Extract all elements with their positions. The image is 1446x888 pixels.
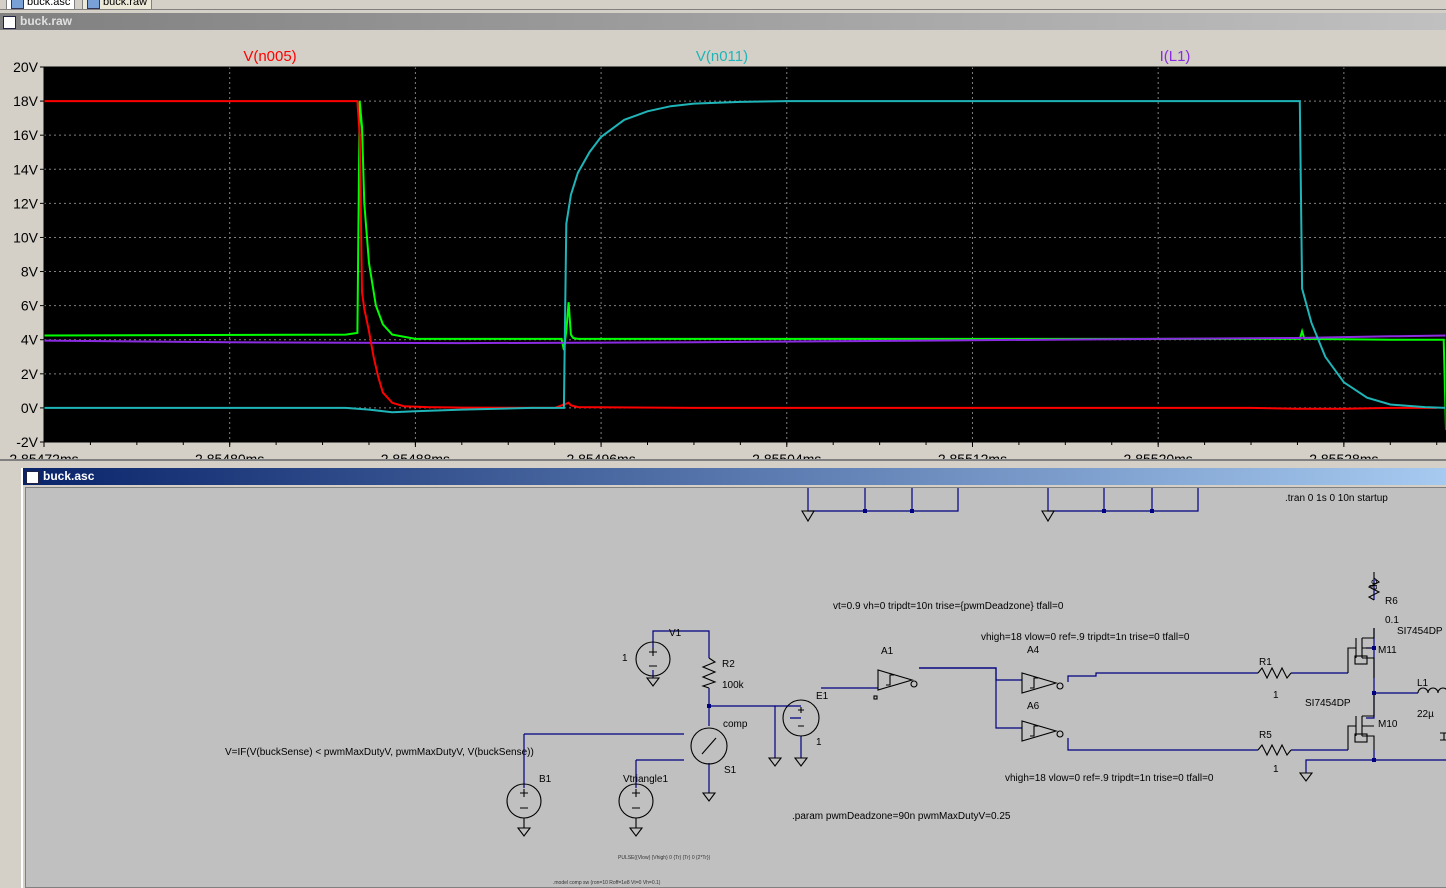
x-tick-label: 2.85472ms [9, 451, 78, 459]
v1-value[interactable]: 1 [622, 653, 628, 664]
schematic-window-titlebar[interactable]: buck.asc [23, 468, 1446, 485]
m10-part[interactable]: SI7454DP [1305, 698, 1351, 709]
a1-label[interactable]: A1 [881, 646, 894, 657]
tab-buck-raw[interactable]: buck.raw [82, 0, 153, 9]
waveform-plot-area[interactable]: 20V 18V 16V 14V 12V 10V 8V 6V 4V 2V 0V -2V 2.85472ms… [0, 30, 1446, 459]
y-tick-label: 10V [13, 229, 39, 245]
legend-label[interactable]: V(n005) [243, 48, 296, 65]
y-tick-label: 16V [13, 127, 39, 143]
m10-label[interactable]: M10 [1378, 719, 1398, 730]
waveform-file-icon [87, 0, 100, 9]
waveform-chart[interactable]: 20V 18V 16V 14V 12V 10V 8V 6V 4V 2V 0V -2V2.85472ms… [0, 30, 1446, 459]
y-tick-label: 8V [21, 264, 39, 280]
comp-label[interactable]: comp [723, 719, 748, 730]
y-tick-label: -2V [16, 434, 38, 450]
waveform-window[interactable]: buck.raw 20V 18V 16V 14V 12V 10V 8V 6V 4V 2V 0V -2V… [0, 13, 1446, 461]
y-tick-label: 2V [21, 366, 39, 382]
v1-label[interactable]: V1 [669, 628, 682, 639]
r2-label[interactable]: R2 [722, 659, 735, 670]
param-directive[interactable]: .param pwmDeadzone=90n pwmMaxDutyV=0.25 [792, 811, 1011, 822]
x-tick-label: 2.85480ms [195, 451, 264, 459]
m11-part[interactable]: SI7454DP [1397, 626, 1443, 637]
r1-value[interactable]: 1 [1273, 690, 1279, 701]
r6-value[interactable]: 0.1 [1385, 615, 1399, 626]
a1-model-directive[interactable]: vt=0.9 vh=0 tripdt=10n trise={pwmDeadzon… [833, 601, 1064, 612]
r5-label[interactable]: R5 [1259, 730, 1272, 741]
x-tick-label: 2.85520ms [1124, 451, 1193, 459]
schematic-window-icon [26, 471, 39, 484]
waveform-window-title: buck.raw [20, 14, 73, 28]
x-tick-label: 2.85512ms [938, 451, 1007, 459]
schematic-file-icon [11, 0, 24, 9]
waveform-window-icon [3, 16, 16, 29]
y-tick-label: 14V [13, 161, 39, 177]
schematic-window[interactable]: buck.asc .tran 0 1s 0 10n startup vt=0.9… [21, 468, 1446, 888]
b1-label[interactable]: B1 [539, 774, 552, 785]
y-tick-label: 18V [13, 93, 39, 109]
b1-expression[interactable]: V=IF(V(buckSense) < pwmMaxDutyV, pwmMaxD… [225, 747, 534, 758]
schematic-drawing[interactable]: .tran 0 1s 0 10n startup vt=0.9 vh=0 tri… [26, 488, 1446, 888]
tran-directive[interactable]: .tran 0 1s 0 10n startup [1285, 493, 1388, 504]
r1-label[interactable]: R1 [1259, 657, 1272, 668]
tab-label: buck.asc [27, 0, 71, 8]
mdi-tab-bar: buck.asc buck.raw [0, 0, 1446, 10]
a6-label[interactable]: A6 [1027, 701, 1040, 712]
l1-value[interactable]: 22µ [1417, 709, 1434, 720]
x-tick-label: 2.85528ms [1309, 451, 1378, 459]
y-tick-label: 0V [21, 400, 39, 416]
a6-model-directive[interactable]: vhigh=18 vlow=0 ref=.9 tripdt=1n trise=0… [1005, 773, 1214, 784]
x-tick-label: 2.85504ms [752, 451, 821, 459]
legend-label[interactable]: V(n011) [696, 48, 748, 65]
x-tick-label: 2.85496ms [566, 451, 635, 459]
legend-label[interactable]: I(L1) [1160, 48, 1191, 65]
l1-label[interactable]: L1 [1417, 678, 1429, 689]
a4-model-directive[interactable]: vhigh=18 vlow=0 ref=.9 tripdt=1n trise=0… [981, 632, 1190, 643]
e1-label[interactable]: E1 [816, 691, 829, 702]
tab-buck-asc[interactable]: buck.asc [6, 0, 76, 9]
a4-label[interactable]: A4 [1027, 645, 1040, 656]
tab-label: buck.raw [103, 0, 148, 8]
dc-net-label[interactable]: dc [1369, 579, 1380, 590]
waveform-window-titlebar[interactable]: buck.raw [0, 13, 1446, 30]
switch-model-directive[interactable]: .model comp sw (ron=10 Roff=1e8 Vt=0 Vh=… [553, 880, 661, 886]
r2-value[interactable]: 100k [722, 680, 745, 691]
m11-label[interactable]: M11 [1378, 645, 1397, 656]
y-tick-label: 4V [21, 332, 39, 348]
x-tick-label: 2.85488ms [381, 451, 450, 459]
y-tick-label: 12V [13, 195, 39, 211]
plot-background[interactable] [44, 67, 1446, 442]
y-tick-label: 6V [21, 298, 39, 314]
pulse-spec[interactable]: PULSE({Vlow} {Vhigh} 0 {Tr} {Tr} 0 {2*Tr… [618, 855, 711, 861]
s1-label[interactable]: S1 [724, 765, 737, 776]
y-tick-label: 20V [13, 59, 39, 75]
schematic-canvas[interactable]: .tran 0 1s 0 10n startup vt=0.9 vh=0 tri… [25, 487, 1446, 888]
r5-value[interactable]: 1 [1273, 764, 1279, 775]
schematic-window-title: buck.asc [43, 469, 95, 483]
r6-label[interactable]: R6 [1385, 596, 1398, 607]
e1-value[interactable]: 1 [816, 737, 822, 748]
vtriangle1-label[interactable]: Vtriangle1 [623, 774, 668, 785]
